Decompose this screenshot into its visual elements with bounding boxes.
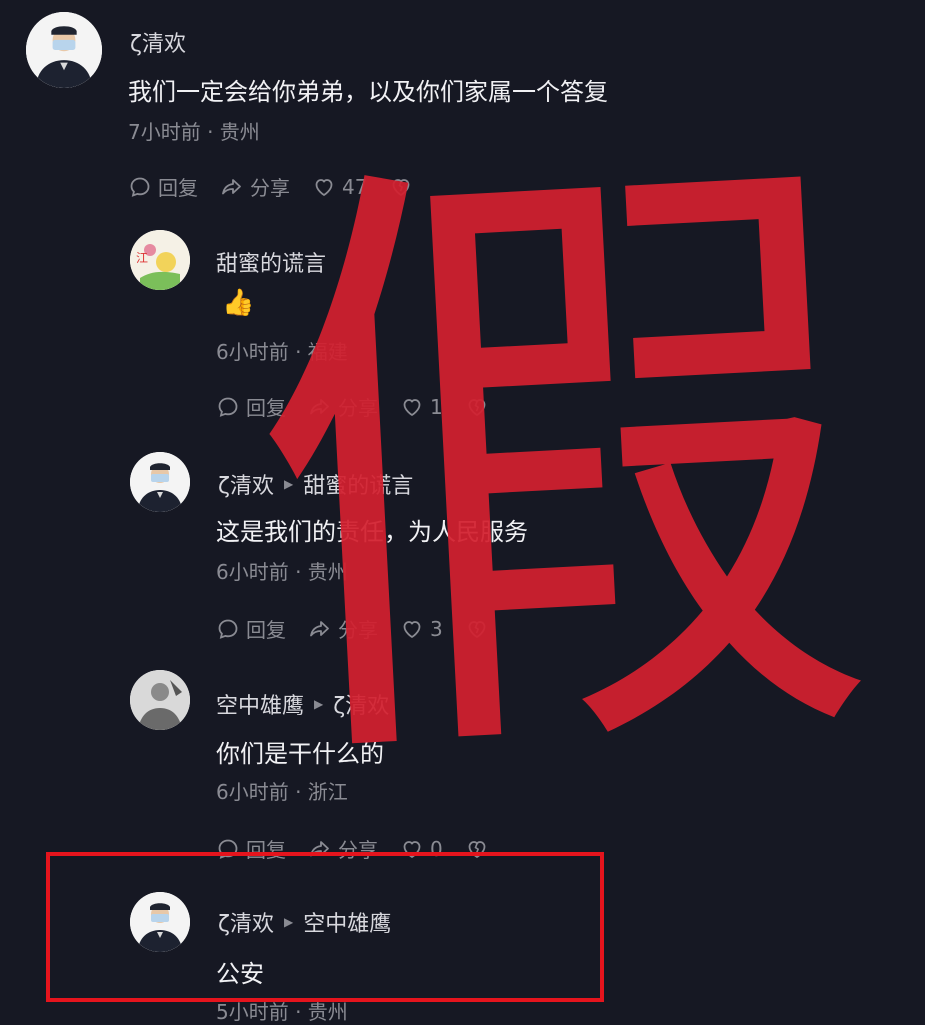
comment-actions: 回复 分享 1 (216, 392, 489, 421)
comment-bubble-icon (216, 837, 240, 861)
dislike-button[interactable] (465, 617, 489, 641)
share-button[interactable]: 分享 (308, 614, 378, 643)
heart-icon (312, 175, 336, 199)
avatar[interactable] (130, 230, 190, 290)
share-button[interactable]: 分享 (220, 172, 290, 201)
comment-actions: 回复 分享 47 (128, 172, 413, 201)
heart-icon (400, 395, 424, 419)
dislike-button[interactable] (465, 395, 489, 419)
like-button[interactable]: 3 (400, 617, 443, 641)
comment-bubble-icon (216, 395, 240, 419)
comment-meta: 6小时前 · 福建 (216, 340, 348, 364)
reply-arrow-icon: ▶ (283, 477, 294, 491)
broken-heart-icon (389, 175, 413, 199)
avatar-image (26, 12, 102, 88)
author-name[interactable]: 空中雄鹰 (216, 688, 304, 720)
broken-heart-icon (465, 837, 489, 861)
comment-actions: 回复 分享 3 (216, 614, 489, 643)
reply-target-name[interactable]: 空中雄鹰 (303, 906, 391, 938)
comment-emoji: 👍 (222, 288, 255, 318)
comment-meta: 5小时前 · 贵州 (216, 1000, 348, 1024)
comment-meta: 6小时前 · 浙江 (216, 780, 348, 804)
avatar-image (130, 230, 190, 290)
avatar-image (130, 670, 190, 730)
like-button[interactable]: 1 (400, 395, 443, 419)
comment-bubble-icon (216, 617, 240, 641)
avatar-image (130, 892, 190, 952)
comment-meta: 6小时前 · 贵州 (216, 560, 348, 584)
comment-actions: 回复 分享 0 (216, 834, 489, 863)
reply-button[interactable]: 回复 (128, 172, 198, 201)
heart-icon (400, 837, 424, 861)
avatar[interactable] (130, 670, 190, 730)
broken-heart-icon (465, 617, 489, 641)
comment-text: 我们一定会给你弟弟，以及你们家属一个答复 (128, 78, 608, 106)
reply-target-name[interactable]: ζ清欢 (333, 688, 389, 720)
avatar[interactable] (130, 452, 190, 512)
comment-text: 这是我们的责任，为人民服务 (216, 518, 528, 546)
broken-heart-icon (465, 395, 489, 419)
author-name[interactable]: 甜蜜的谎言 (216, 246, 326, 278)
heart-icon (400, 617, 424, 641)
comment-author[interactable]: ζ清欢 (130, 26, 186, 58)
dislike-button[interactable] (389, 175, 413, 199)
like-button[interactable]: 0 (400, 837, 443, 861)
comment-meta: 7小时前 · 贵州 (128, 120, 260, 144)
comment-bubble-icon (128, 175, 152, 199)
comment-text: 你们是干什么的 (216, 740, 384, 768)
reply-button[interactable]: 回复 (216, 614, 286, 643)
avatar[interactable] (130, 892, 190, 952)
reply-button[interactable]: 回复 (216, 392, 286, 421)
avatar[interactable] (26, 12, 102, 88)
share-arrow-icon (308, 395, 332, 419)
reply-button[interactable]: 回复 (216, 834, 286, 863)
share-arrow-icon (308, 617, 332, 641)
reply-arrow-icon: ▶ (314, 697, 324, 711)
comment-author[interactable]: 空中雄鹰 ▶ ζ清欢 (216, 688, 389, 720)
comment-author[interactable]: ζ清欢 ▶ 空中雄鹰 (218, 906, 391, 938)
share-arrow-icon (220, 175, 244, 199)
author-name[interactable]: ζ清欢 (130, 26, 186, 58)
author-name[interactable]: ζ清欢 (218, 906, 274, 938)
reply-arrow-icon: ▶ (283, 915, 294, 929)
comment-author[interactable]: ζ清欢 ▶ 甜蜜的谎言 (218, 468, 413, 500)
like-button[interactable]: 47 (312, 175, 367, 199)
share-button[interactable]: 分享 (308, 392, 378, 421)
comment-text: 公安 (216, 960, 264, 988)
author-name[interactable]: ζ清欢 (218, 468, 274, 500)
avatar-image (130, 452, 190, 512)
share-button[interactable]: 分享 (308, 834, 378, 863)
reply-target-name[interactable]: 甜蜜的谎言 (303, 468, 413, 500)
share-arrow-icon (308, 837, 332, 861)
comment-author[interactable]: 甜蜜的谎言 (216, 246, 326, 278)
dislike-button[interactable] (465, 837, 489, 861)
